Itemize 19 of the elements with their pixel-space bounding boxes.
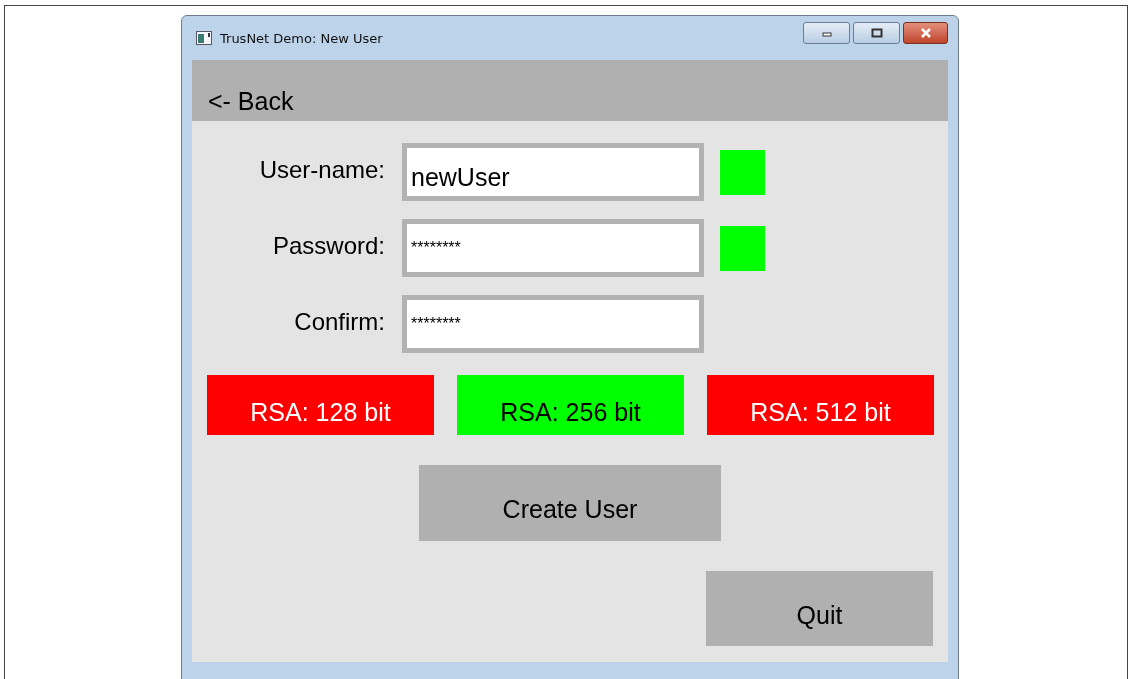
field-label: Password: <box>271 232 386 260</box>
password-field[interactable]: ******** <box>402 295 704 353</box>
key-size-button[interactable]: RSA: 128 bit <box>207 375 434 435</box>
minimize-icon <box>820 29 833 37</box>
back-button[interactable]: <- Back <box>192 60 948 121</box>
close-icon <box>919 28 932 38</box>
app-icon <box>196 31 212 45</box>
maximize-button[interactable] <box>853 22 900 44</box>
create-user-button[interactable]: Create User <box>419 465 721 541</box>
maximize-icon <box>870 28 883 38</box>
close-button[interactable] <box>903 22 948 44</box>
password-field[interactable]: ******** <box>402 219 704 277</box>
field-label: Confirm: <box>293 308 386 336</box>
key-size-button[interactable]: RSA: 256 bit <box>457 375 684 435</box>
field-label: User-name: <box>258 156 386 184</box>
key-size-button[interactable]: RSA: 512 bit <box>707 375 934 435</box>
window-title: TrusNet Demo: New User <box>220 30 384 46</box>
quit-button[interactable]: Quit <box>706 571 933 646</box>
text-field[interactable]: newUser <box>402 143 704 201</box>
